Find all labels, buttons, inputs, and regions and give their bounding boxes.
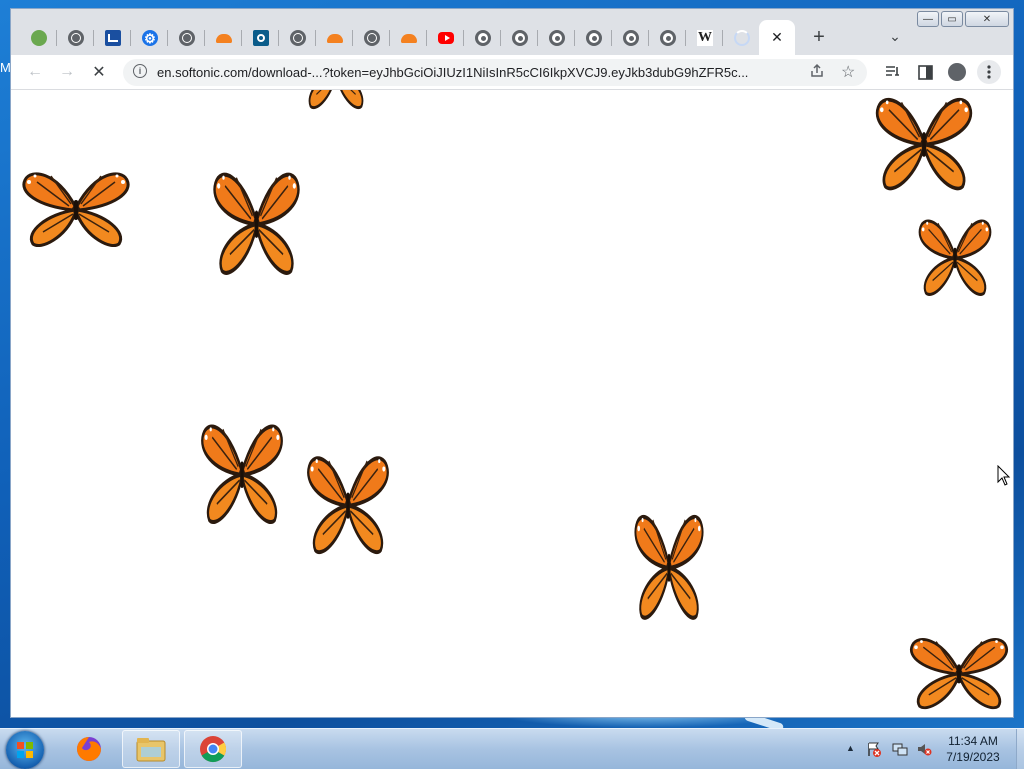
tab-search-button[interactable]: ⌄ bbox=[885, 26, 905, 46]
taskbar: ▲ 11:34 AM 7/19/2023 bbox=[0, 728, 1024, 769]
globe-favicon-icon bbox=[68, 30, 84, 46]
butterfly bbox=[875, 97, 973, 191]
chrome-taskbar-button[interactable] bbox=[184, 730, 242, 768]
tab[interactable] bbox=[21, 21, 57, 55]
wikipedia-favicon-icon: W bbox=[697, 30, 713, 46]
browser-toolbar: ← → ✕ i en.softonic.com/download-...?tok… bbox=[11, 55, 1013, 90]
browser-window: ⚙ W ✕ + ⌄ — ▭ ✕ ← → ✕ i en.softonic.com/… bbox=[10, 8, 1014, 718]
tab[interactable] bbox=[317, 21, 353, 55]
tab[interactable] bbox=[724, 21, 760, 55]
start-button[interactable] bbox=[6, 731, 44, 769]
clock-time: 11:34 AM bbox=[948, 734, 998, 748]
butterfly bbox=[303, 90, 369, 110]
chrome-favicon-icon bbox=[660, 30, 676, 46]
close-tab-icon[interactable]: ✕ bbox=[771, 29, 783, 46]
tab[interactable] bbox=[428, 21, 464, 55]
tab[interactable] bbox=[95, 21, 131, 55]
close-window-button[interactable]: ✕ bbox=[965, 11, 1009, 27]
firefox-taskbar-button[interactable] bbox=[60, 730, 118, 768]
tab[interactable]: ⚙ bbox=[132, 21, 168, 55]
tab[interactable] bbox=[465, 21, 501, 55]
globe-favicon-icon bbox=[179, 30, 195, 46]
chart-favicon-icon bbox=[105, 30, 121, 46]
tab-active[interactable]: ✕ bbox=[759, 20, 795, 55]
maximize-button[interactable]: ▭ bbox=[941, 11, 963, 27]
web-page-content bbox=[11, 90, 1013, 717]
butterfly bbox=[200, 424, 284, 525]
gear-favicon-icon: ⚙ bbox=[142, 30, 158, 46]
cloudflare-favicon-icon bbox=[327, 33, 343, 43]
chrome-favicon-icon bbox=[512, 30, 528, 46]
address-bar[interactable]: i en.softonic.com/download-...?token=eyJ… bbox=[123, 59, 867, 86]
globe-favicon-icon bbox=[290, 30, 306, 46]
show-desktop-button[interactable] bbox=[1016, 729, 1024, 769]
tab[interactable] bbox=[613, 21, 649, 55]
chrome-favicon-icon bbox=[623, 30, 639, 46]
new-tab-button[interactable]: + bbox=[807, 25, 831, 49]
mouse-cursor-icon bbox=[997, 465, 1011, 486]
tab[interactable] bbox=[576, 21, 612, 55]
window-controls: — ▭ ✕ bbox=[917, 11, 1009, 27]
tab[interactable] bbox=[539, 21, 575, 55]
butterfly bbox=[22, 172, 130, 248]
bookmark-star-icon[interactable]: ☆ bbox=[841, 62, 855, 82]
tab[interactable] bbox=[502, 21, 538, 55]
chrome-favicon-icon bbox=[549, 30, 565, 46]
loading-favicon-icon bbox=[734, 30, 750, 46]
volume-muted-icon[interactable] bbox=[916, 741, 932, 757]
cloudflare-favicon-icon bbox=[216, 33, 232, 43]
network-icon[interactable] bbox=[892, 741, 908, 757]
box-favicon-icon bbox=[253, 30, 269, 46]
tab[interactable] bbox=[391, 21, 427, 55]
profile-button[interactable] bbox=[945, 60, 969, 84]
stop-loading-button[interactable]: ✕ bbox=[87, 60, 111, 84]
share-icon[interactable] bbox=[809, 63, 825, 82]
file-explorer-icon bbox=[136, 738, 166, 762]
tab[interactable] bbox=[280, 21, 316, 55]
back-button[interactable]: ← bbox=[23, 60, 47, 84]
cloudflare-favicon-icon bbox=[401, 33, 417, 43]
file-explorer-taskbar-button[interactable] bbox=[122, 730, 180, 768]
firefox-icon bbox=[77, 737, 101, 761]
chrome-icon bbox=[200, 736, 227, 763]
butterfly bbox=[918, 219, 992, 296]
youtube-favicon-icon bbox=[438, 32, 454, 44]
system-clock[interactable]: 11:34 AM 7/19/2023 bbox=[936, 733, 1010, 765]
frog-favicon-icon bbox=[31, 30, 47, 46]
tab[interactable] bbox=[206, 21, 242, 55]
menu-button[interactable] bbox=[977, 60, 1001, 84]
globe-favicon-icon bbox=[364, 30, 380, 46]
minimize-button[interactable]: — bbox=[917, 11, 939, 27]
site-info-icon[interactable]: i bbox=[133, 64, 147, 78]
butterfly bbox=[631, 506, 707, 624]
clock-date: 7/19/2023 bbox=[946, 750, 1000, 764]
avatar bbox=[948, 63, 966, 81]
action-center-icon[interactable] bbox=[866, 741, 882, 757]
tab[interactable] bbox=[169, 21, 205, 55]
butterfly bbox=[306, 456, 390, 555]
tab[interactable] bbox=[58, 21, 94, 55]
forward-button[interactable]: → bbox=[55, 60, 79, 84]
tab[interactable]: W bbox=[687, 21, 723, 55]
tab[interactable] bbox=[650, 21, 686, 55]
butterfly bbox=[209, 164, 304, 279]
chrome-favicon-icon bbox=[475, 30, 491, 46]
reading-list-icon[interactable] bbox=[881, 60, 905, 84]
side-panel-icon[interactable] bbox=[913, 60, 937, 84]
url-text[interactable]: en.softonic.com/download-...?token=eyJhb… bbox=[157, 65, 797, 80]
tab[interactable] bbox=[243, 21, 279, 55]
chrome-favicon-icon bbox=[586, 30, 602, 46]
tab-strip: ⚙ W ✕ + ⌄ — ▭ ✕ bbox=[11, 9, 1013, 55]
tab[interactable] bbox=[354, 21, 390, 55]
show-hidden-icons-button[interactable]: ▲ bbox=[846, 743, 855, 753]
butterfly bbox=[909, 638, 1009, 710]
